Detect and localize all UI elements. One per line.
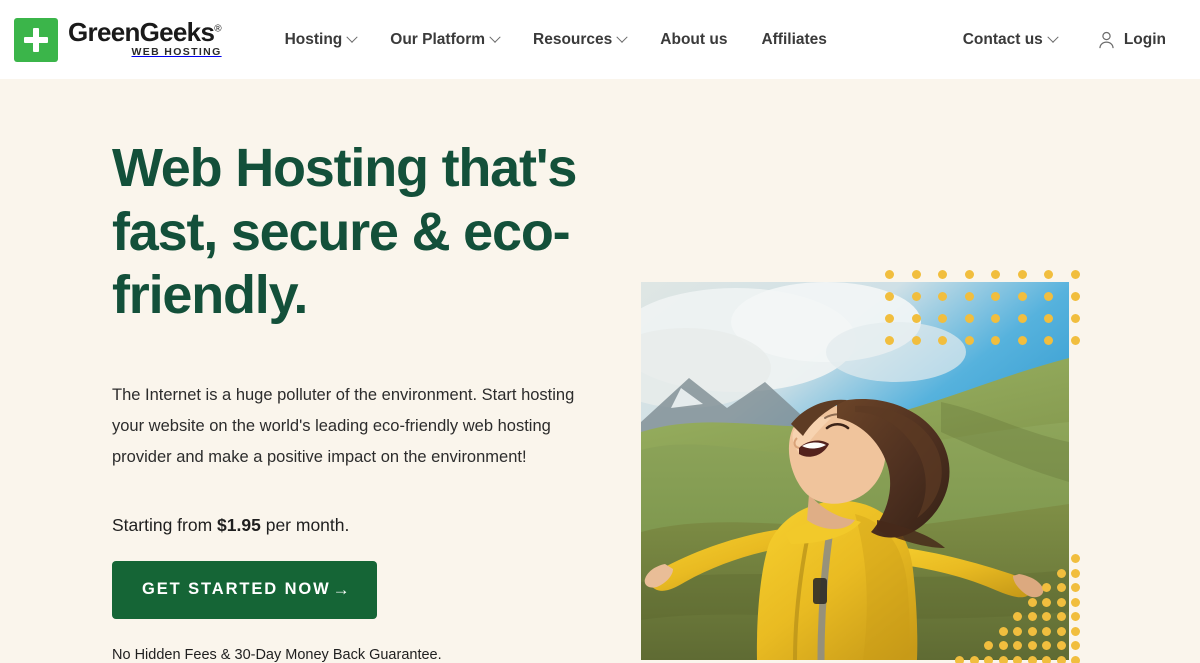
green-plus-logo-icon xyxy=(14,18,58,62)
nav-item-label: Our Platform xyxy=(390,31,485,49)
nav-item-label: Contact us xyxy=(963,31,1043,49)
site-header: GreenGeeks® WEB HOSTING Hosting Our Plat… xyxy=(0,0,1200,79)
decorative-dot xyxy=(938,270,947,279)
decorative-dot xyxy=(1071,656,1080,663)
hero-section: Web Hosting that's fast, secure & eco-fr… xyxy=(0,79,1200,663)
decorative-dot xyxy=(1071,569,1080,578)
nav-item-hosting[interactable]: Hosting xyxy=(268,23,374,57)
user-icon xyxy=(1098,31,1115,49)
guarantee-text: No Hidden Fees & 30-Day Money Back Guara… xyxy=(112,647,612,663)
nav-item-label: Resources xyxy=(533,31,612,49)
page-title: Web Hosting that's fast, secure & eco-fr… xyxy=(112,137,592,328)
decorative-dot xyxy=(1071,314,1080,323)
hero-price-line: Starting from $1.95 per month. xyxy=(112,515,612,536)
primary-navigation: Hosting Our Platform Resources About us … xyxy=(268,23,844,57)
decorative-dot xyxy=(1018,270,1027,279)
decorative-dot xyxy=(991,270,1000,279)
hero-copy-column: Web Hosting that's fast, secure & eco-fr… xyxy=(112,137,612,663)
decorative-dot xyxy=(1071,627,1080,636)
get-started-label: GET STARTED NOW xyxy=(142,580,331,599)
get-started-button[interactable]: GET STARTED NOW → xyxy=(112,561,377,619)
nav-item-resources[interactable]: Resources xyxy=(516,23,643,57)
decorative-dot xyxy=(1071,612,1080,621)
nav-item-contact-us[interactable]: Contact us xyxy=(946,23,1074,57)
decorative-dot xyxy=(1071,292,1080,301)
price-prefix: Starting from xyxy=(112,515,217,535)
decorative-dot xyxy=(1071,598,1080,607)
nav-item-about-us[interactable]: About us xyxy=(643,23,744,57)
nav-item-our-platform[interactable]: Our Platform xyxy=(373,23,516,57)
brand-logo-text: GreenGeeks® WEB HOSTING xyxy=(68,19,222,60)
chevron-down-icon xyxy=(617,31,628,42)
decorative-dot xyxy=(1071,554,1080,563)
decorative-dot xyxy=(1071,583,1080,592)
hero-description: The Internet is a huge polluter of the e… xyxy=(112,380,582,473)
chevron-down-icon xyxy=(1047,31,1058,42)
chevron-down-icon xyxy=(489,31,500,42)
hero-photo xyxy=(641,282,1069,660)
decorative-dot xyxy=(885,270,894,279)
registered-trademark-icon: ® xyxy=(214,24,221,35)
decorative-dot xyxy=(1071,270,1080,279)
arrow-right-icon: → xyxy=(333,580,350,600)
login-label: Login xyxy=(1124,31,1166,49)
decorative-dot xyxy=(912,270,921,279)
price-amount: $1.95 xyxy=(217,515,261,535)
header-utility-nav: Contact us Login xyxy=(946,23,1176,57)
login-button[interactable]: Login xyxy=(1088,23,1176,57)
brand-logo[interactable]: GreenGeeks® WEB HOSTING xyxy=(14,18,222,62)
nav-item-label: Hosting xyxy=(285,31,343,49)
nav-item-label: Affiliates xyxy=(761,31,826,49)
nav-item-affiliates[interactable]: Affiliates xyxy=(744,23,843,57)
hero-image-container xyxy=(641,282,1069,660)
brand-name: GreenGeeks® xyxy=(68,19,222,45)
price-suffix: per month. xyxy=(261,515,350,535)
brand-tagline: WEB HOSTING xyxy=(68,47,222,58)
decorative-dot xyxy=(1071,336,1080,345)
decorative-dot xyxy=(1071,641,1080,650)
chevron-down-icon xyxy=(347,31,358,42)
nav-item-label: About us xyxy=(660,31,727,49)
decorative-dot xyxy=(965,270,974,279)
decorative-dot xyxy=(1044,270,1053,279)
